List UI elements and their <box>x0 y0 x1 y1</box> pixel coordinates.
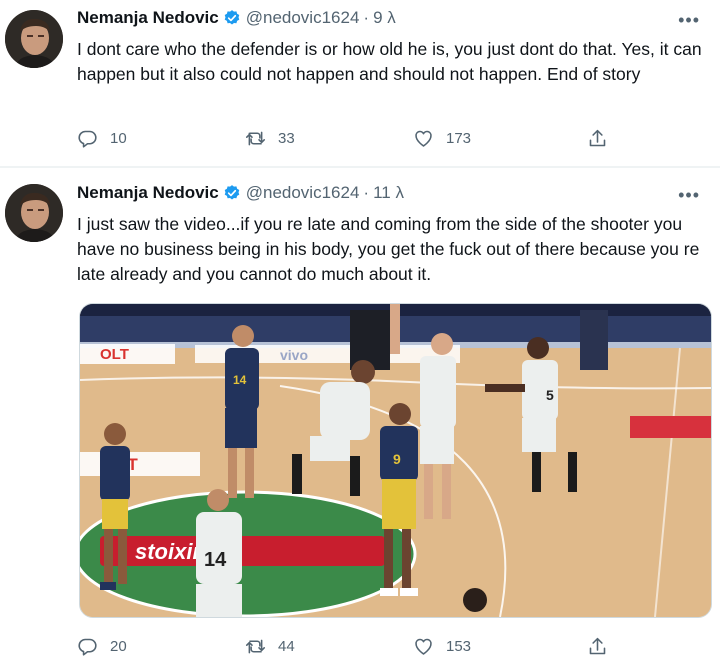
author-name[interactable]: Nemanja Nedovic <box>77 8 219 28</box>
like-button[interactable]: 153 <box>413 636 471 657</box>
avatar-image <box>5 10 63 68</box>
reply-icon <box>78 130 97 148</box>
retweet-button[interactable]: 44 <box>245 636 295 657</box>
tweet-text: I dont care who the defender is or how o… <box>77 39 702 84</box>
like-button[interactable]: 173 <box>413 128 471 149</box>
court-sign-2: vivo <box>280 347 308 363</box>
tweet-actions: 20 44 153 <box>77 636 617 660</box>
share-icon <box>589 637 606 655</box>
reply-button[interactable]: 20 <box>77 636 127 657</box>
jersey-number-white-right: 5 <box>546 387 554 403</box>
verified-badge-icon <box>224 185 240 200</box>
court-sign-1: OLT <box>100 346 129 363</box>
like-count: 153 <box>446 638 472 655</box>
jersey-number-blue-left: 14 <box>233 373 247 387</box>
timestamp[interactable]: 11 λ <box>373 183 404 203</box>
like-count: 173 <box>446 130 472 147</box>
retweet-icon <box>245 131 266 146</box>
avatar[interactable] <box>5 184 63 242</box>
retweet-count: 33 <box>278 130 295 147</box>
tweet-header: Nemanja Nedovic @nedovic1624 · 9 λ <box>77 8 396 28</box>
author-handle[interactable]: @nedovic1624 <box>246 8 360 28</box>
separator: · <box>363 8 370 27</box>
retweet-icon <box>245 639 266 654</box>
avatar[interactable] <box>5 10 63 68</box>
reply-icon <box>78 638 97 656</box>
retweet-count: 44 <box>278 638 295 655</box>
more-options-icon[interactable]: ••• <box>678 185 700 206</box>
heart-icon <box>415 130 432 147</box>
author-handle[interactable]: @nedovic1624 <box>246 183 360 203</box>
basketball-game-photo: OLT vivo OLT stoiximan <box>80 304 711 617</box>
author-name[interactable]: Nemanja Nedovic <box>77 183 219 203</box>
retweet-button[interactable]: 33 <box>245 128 295 149</box>
jersey-number-blue-center: 9 <box>393 451 401 467</box>
tweet-header: Nemanja Nedovic @nedovic1624 · 11 λ <box>77 183 404 203</box>
separator: · <box>363 183 370 202</box>
heart-icon <box>415 638 432 655</box>
share-button[interactable] <box>587 636 620 657</box>
avatar-image <box>5 184 63 242</box>
jersey-number-front: 14 <box>204 549 227 571</box>
more-options-icon[interactable]: ••• <box>678 10 700 31</box>
timestamp[interactable]: 9 λ <box>373 8 396 28</box>
tweet-media-image[interactable]: OLT vivo OLT stoiximan <box>79 303 712 618</box>
tweet-actions: 10 33 173 <box>77 128 617 152</box>
reply-button[interactable]: 10 <box>77 128 127 149</box>
share-icon <box>589 129 606 147</box>
reply-count: 20 <box>110 638 127 655</box>
tweet-1[interactable]: Nemanja Nedovic @nedovic1624 · 9 λ ••• I… <box>0 0 720 167</box>
reply-count: 10 <box>110 130 127 147</box>
verified-badge-icon <box>224 10 240 25</box>
tweet-text: I just saw the video...if you re late an… <box>77 214 700 284</box>
tweet-2[interactable]: Nemanja Nedovic @nedovic1624 · 11 λ ••• … <box>0 168 720 671</box>
share-button[interactable] <box>587 128 620 149</box>
